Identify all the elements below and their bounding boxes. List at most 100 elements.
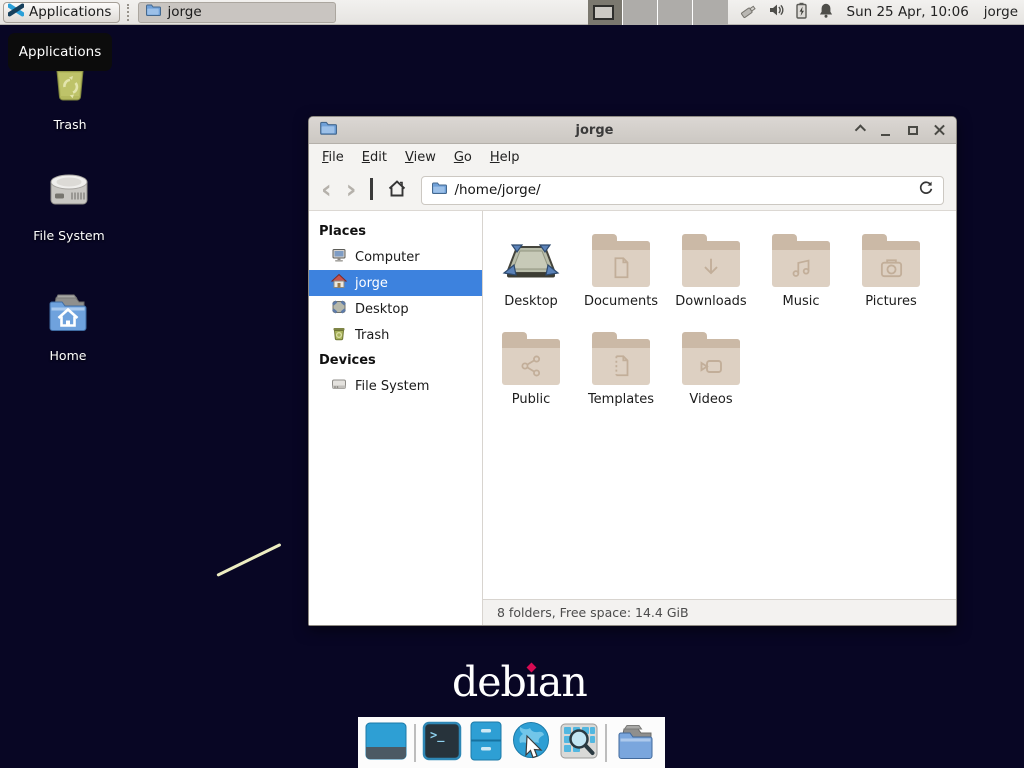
- folder-videos-icon: [682, 339, 740, 385]
- desktop-special-icon: [502, 223, 560, 287]
- workspace-window-thumb: [593, 5, 614, 20]
- desktop-icon-label: Trash: [53, 117, 86, 132]
- file-label: Documents: [584, 294, 658, 309]
- back-button[interactable]: ‹: [321, 180, 332, 200]
- applications-menu-button[interactable]: Applications: [3, 2, 120, 23]
- file-item-music[interactable]: Music: [756, 223, 846, 321]
- sidebar-item-filesystem[interactable]: File System: [309, 373, 482, 399]
- dock-separator: [605, 724, 607, 762]
- file-item-pictures[interactable]: Pictures: [846, 223, 936, 321]
- file-item-downloads[interactable]: Downloads: [666, 223, 756, 321]
- sidebar-item-computer[interactable]: Computer: [309, 244, 482, 270]
- desktop-icon-home[interactable]: Home: [20, 288, 116, 363]
- folder-templates-icon: [592, 339, 650, 385]
- minimize-button[interactable]: [879, 124, 892, 137]
- menu-file[interactable]: File: [313, 146, 353, 169]
- svg-text:>_: >_: [430, 728, 445, 743]
- window-title: jorge: [337, 123, 852, 138]
- home-folder-icon: [44, 288, 92, 342]
- file-grid: Desktop Documents: [483, 211, 956, 599]
- reload-icon[interactable]: [918, 180, 934, 200]
- workspace-2[interactable]: [623, 0, 658, 25]
- folder-pictures-icon: [862, 241, 920, 287]
- web-browser-icon[interactable]: [510, 720, 552, 766]
- home-button[interactable]: [387, 179, 407, 202]
- folder-public-icon: [502, 339, 560, 385]
- toolbar: ‹ › /home/jor: [309, 170, 956, 211]
- applications-menu-label: Applications: [29, 4, 111, 20]
- file-manager-icon[interactable]: [469, 721, 503, 765]
- file-item-desktop[interactable]: Desktop: [486, 223, 576, 321]
- app-finder-icon[interactable]: [559, 721, 599, 765]
- folder-downloads-icon: [682, 241, 740, 287]
- file-browser-icon[interactable]: [614, 721, 658, 765]
- file-label: Templates: [588, 392, 654, 407]
- drive-icon: [45, 168, 93, 222]
- workspace-3[interactable]: [658, 0, 693, 25]
- trash-icon: [331, 325, 347, 345]
- folder-documents-icon: [592, 241, 650, 287]
- taskbar-window-label: jorge: [167, 4, 201, 20]
- menu-go[interactable]: Go: [445, 146, 481, 169]
- dock-separator: [414, 724, 416, 762]
- desktop-icon-label: Home: [50, 348, 87, 363]
- debian-logo-text: debıan: [452, 658, 587, 706]
- workspace-switcher: [588, 0, 728, 25]
- folder-icon: [431, 180, 447, 200]
- removable-media-icon[interactable]: [739, 2, 758, 23]
- desktop-icon-label: File System: [33, 228, 105, 243]
- file-manager-window: jorge File Edit View Go Help ‹ ›: [308, 116, 957, 626]
- file-item-public[interactable]: Public: [486, 321, 576, 419]
- folder-music-icon: [772, 241, 830, 287]
- file-label: Downloads: [675, 294, 746, 309]
- file-label: Public: [512, 392, 550, 407]
- sidebar-item-label: jorge: [355, 276, 388, 291]
- notifications-icon[interactable]: [818, 2, 834, 23]
- window-controls: [852, 124, 946, 137]
- panel-clock[interactable]: Sun 25 Apr, 10:06: [847, 4, 969, 20]
- taskbar-window-button[interactable]: jorge: [138, 2, 336, 23]
- file-label: Desktop: [504, 294, 558, 309]
- window-titlebar[interactable]: jorge: [309, 117, 956, 144]
- show-desktop-icon[interactable]: [365, 721, 407, 765]
- file-item-documents[interactable]: Documents: [576, 223, 666, 321]
- maximize-button[interactable]: [906, 124, 919, 137]
- panel-user[interactable]: jorge: [984, 4, 1018, 20]
- workspace-4[interactable]: [693, 0, 728, 25]
- screen-artifact-line: [216, 543, 281, 577]
- file-label: Pictures: [865, 294, 916, 309]
- file-item-templates[interactable]: Templates: [576, 321, 666, 419]
- top-panel: Applications jorge: [0, 0, 1024, 25]
- volume-icon[interactable]: [768, 2, 785, 22]
- menu-view[interactable]: View: [396, 146, 445, 169]
- sidebar-item-label: Desktop: [355, 302, 409, 317]
- menu-edit[interactable]: Edit: [353, 146, 396, 169]
- system-tray: [739, 2, 834, 23]
- desktop-icon-filesystem[interactable]: File System: [21, 168, 117, 243]
- workspace-1[interactable]: [588, 0, 623, 25]
- sidebar-item-trash[interactable]: Trash: [309, 322, 482, 348]
- window-icon folder-icon: [319, 119, 337, 141]
- dock-panel: >_: [358, 717, 665, 768]
- terminal-icon[interactable]: >_: [422, 721, 462, 765]
- menu-help[interactable]: Help: [481, 146, 529, 169]
- forward-button[interactable]: ›: [346, 180, 357, 200]
- close-button[interactable]: [933, 124, 946, 137]
- path-bar[interactable]: /home/jorge/: [421, 176, 944, 205]
- applications-tooltip: Applications: [8, 33, 112, 71]
- up-button[interactable]: [370, 181, 373, 200]
- debian-logo: debıan: [452, 658, 587, 706]
- computer-icon: [331, 247, 347, 267]
- statusbar-text: 8 folders, Free space: 14.4 GiB: [497, 605, 689, 620]
- file-label: Music: [783, 294, 820, 309]
- main-column: Desktop Documents: [483, 211, 956, 625]
- sidebar-item-desktop[interactable]: Desktop: [309, 296, 482, 322]
- sidebar-item-jorge[interactable]: jorge: [309, 270, 482, 296]
- sidebar-item-label: File System: [355, 379, 429, 394]
- shade-button[interactable]: [852, 124, 865, 137]
- file-item-videos[interactable]: Videos: [666, 321, 756, 419]
- sidebar-item-label: Computer: [355, 250, 420, 265]
- sidebar-header-devices: Devices: [309, 348, 482, 373]
- path-input[interactable]: /home/jorge/: [454, 182, 911, 198]
- battery-icon[interactable]: [795, 2, 808, 23]
